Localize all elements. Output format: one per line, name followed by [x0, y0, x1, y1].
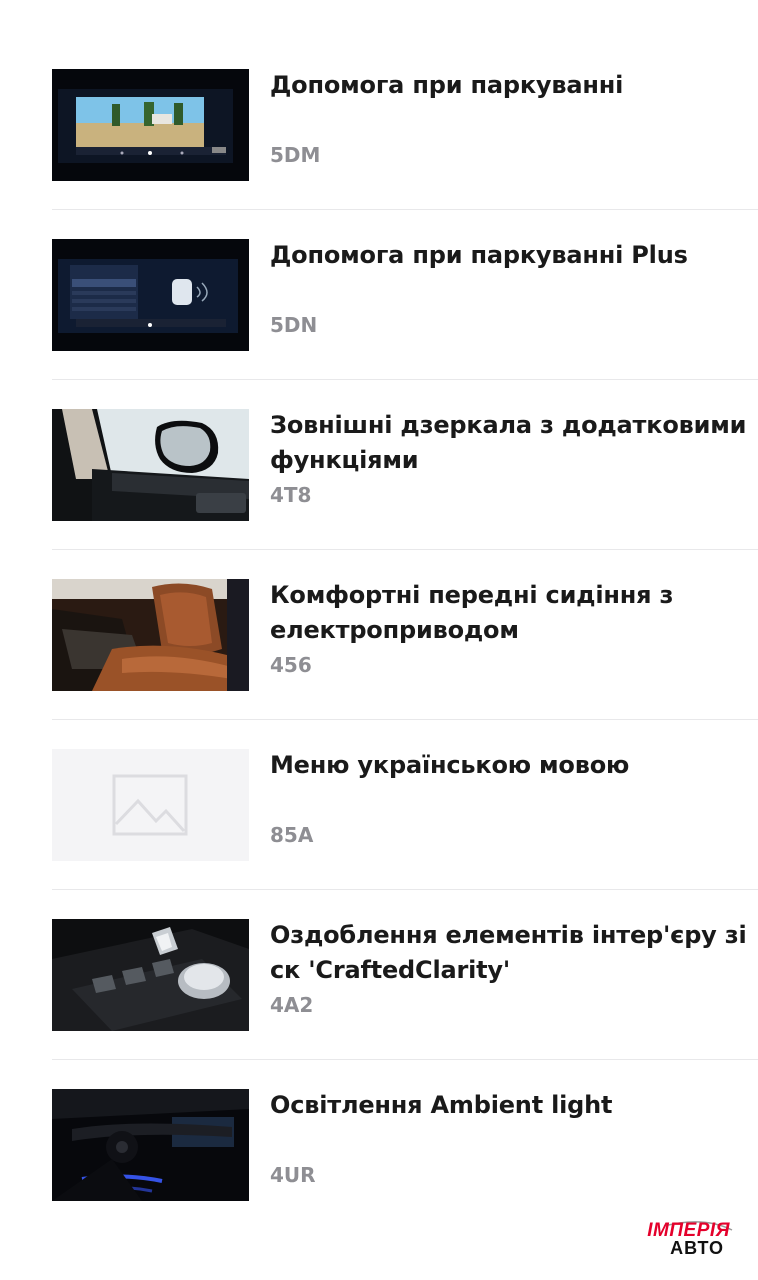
option-code: 4T8 — [270, 483, 312, 507]
parking-assist-thumbnail — [52, 69, 249, 181]
list-item[interactable]: Допомога при паркуванні Plus 5DN — [52, 210, 758, 380]
crystal-controls-thumbnail — [52, 919, 249, 1031]
option-code: 4A2 — [270, 993, 314, 1017]
leather-seat-thumbnail — [52, 579, 249, 691]
list-item[interactable]: Комфортні передні сидіння з електроприво… — [52, 550, 758, 720]
option-code: 85A — [270, 823, 314, 847]
watermark-logo: ІМПЕРІЯ АВТО — [624, 1220, 734, 1258]
option-code: 5DN — [270, 313, 318, 337]
list-item[interactable]: Допомога при паркуванні 5DM — [52, 40, 758, 210]
options-page: Допомога при паркуванні 5DM Допомога при… — [0, 0, 758, 1280]
option-title: Освітлення Ambient light — [270, 1091, 613, 1119]
option-code: 456 — [270, 653, 312, 677]
option-title: Меню українською мовою — [270, 751, 630, 779]
watermark-bottom-text: АВТО — [670, 1238, 724, 1258]
parking-assist-plus-thumbnail — [52, 239, 249, 351]
option-title: Зовнішні дзеркала з додатковими функціям… — [270, 411, 747, 474]
option-code: 5DM — [270, 143, 321, 167]
option-title: Допомога при паркуванні Plus — [270, 241, 688, 269]
list-item[interactable]: Зовнішні дзеркала з додатковими функціям… — [52, 380, 758, 550]
list-item[interactable]: Освітлення Ambient light 4UR — [52, 1060, 758, 1230]
ambient-light-thumbnail — [52, 1089, 249, 1201]
list-item[interactable]: Оздоблення елементів інтер'єру зі ск 'Cr… — [52, 890, 758, 1060]
exterior-mirror-thumbnail — [52, 409, 249, 521]
list-item[interactable]: Меню українською мовою 85A — [52, 720, 758, 890]
option-code: 4UR — [270, 1163, 316, 1187]
image-placeholder-icon — [52, 749, 249, 861]
options-list: Допомога при паркуванні 5DM Допомога при… — [52, 40, 758, 1230]
option-title: Комфортні передні сидіння з електроприво… — [270, 581, 674, 644]
option-title: Оздоблення елементів інтер'єру зі ск 'Cr… — [270, 921, 747, 984]
option-title: Допомога при паркуванні — [270, 71, 624, 99]
